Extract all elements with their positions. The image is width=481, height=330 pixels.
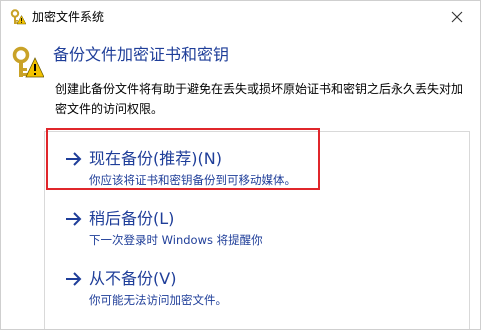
arrow-right-icon bbox=[64, 210, 84, 228]
window-title: 加密文件系统 bbox=[32, 10, 105, 24]
options-panel: 现在备份(推荐)(N) 你应该将证书和密钥备份到可移动媒体。 稍后备份(L) 下… bbox=[44, 131, 470, 329]
backup-later-title: 稍后备份(L) bbox=[89, 209, 175, 228]
never-backup-description: 你可能无法访问加密文件。 bbox=[89, 293, 227, 307]
close-button[interactable] bbox=[434, 1, 480, 33]
header-title: 备份文件加密证书和密钥 bbox=[53, 45, 230, 64]
arrow-right-icon bbox=[64, 270, 84, 288]
backup-later-option[interactable]: 稍后备份(L) 下一次登录时 Windows 将提醒你 bbox=[59, 208, 439, 252]
key-warning-icon bbox=[10, 9, 27, 25]
never-backup-title: 从不备份(V) bbox=[89, 269, 177, 288]
close-icon bbox=[451, 11, 463, 23]
description-text: 创建此备份文件将有助于避免在丢失或损坏原始证书和密钥之后永久丢失对加密文件的访问… bbox=[55, 82, 464, 116]
backup-now-title: 现在备份(推荐)(N) bbox=[89, 149, 222, 168]
title-bar: 加密文件系统 bbox=[1, 1, 480, 34]
efs-dialog: 加密文件系统 备份文件加密证书和密钥 创建此备份文件将有助于避免在丢失或损坏原始… bbox=[0, 0, 481, 330]
key-warning-large-icon bbox=[10, 45, 45, 79]
never-backup-option[interactable]: 从不备份(V) 你可能无法访问加密文件。 bbox=[59, 268, 439, 312]
backup-now-option[interactable]: 现在备份(推荐)(N) 你应该将证书和密钥备份到可移动媒体。 bbox=[59, 148, 439, 192]
backup-later-description: 下一次登录时 Windows 将提醒你 bbox=[89, 233, 263, 247]
arrow-right-icon bbox=[64, 150, 84, 168]
backup-now-description: 你应该将证书和密钥备份到可移动媒体。 bbox=[89, 173, 296, 187]
